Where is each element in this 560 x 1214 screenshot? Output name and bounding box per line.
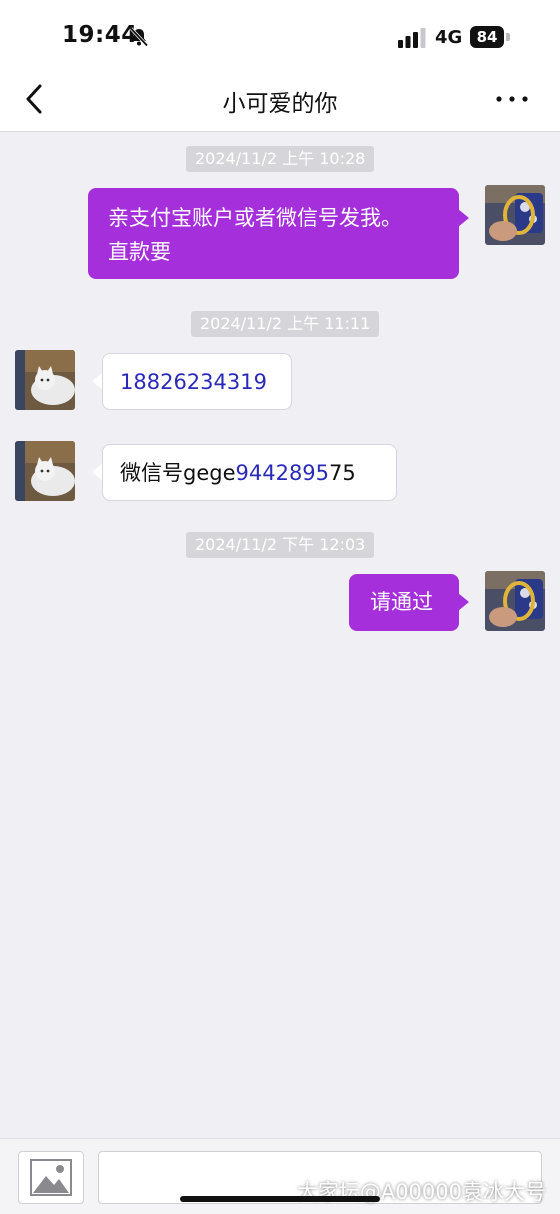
bubble-tail <box>458 593 469 611</box>
nav-bar: 小可爱的你 <box>0 66 560 132</box>
bubble-tail <box>458 209 469 227</box>
network-type: 4G <box>435 27 463 48</box>
outgoing-message-bubble[interactable]: 亲支付宝账户或者微信号发我。 直款要 <box>88 188 459 279</box>
message-text: 亲支付宝账户或者微信号发我。 <box>108 206 402 230</box>
battery-level: 84 <box>476 28 498 46</box>
my-avatar[interactable] <box>485 571 545 631</box>
status-bar: 19:44 4G 84 <box>0 0 560 66</box>
status-time: 19:44 <box>62 22 138 48</box>
message-timestamp: 2024/11/2 上午 11:11 <box>191 311 380 337</box>
outgoing-message-bubble[interactable]: 请通过 <box>349 574 459 631</box>
page-title: 小可爱的你 <box>222 91 338 117</box>
bell-off-icon <box>129 27 149 47</box>
battery-tip <box>506 33 510 41</box>
battery-icon: 84 <box>470 26 504 48</box>
incoming-message-bubble[interactable]: 18826234319 <box>102 353 292 410</box>
message-text: 75 <box>329 461 356 485</box>
message-text: 微信号gege <box>120 461 236 485</box>
signal-icon <box>398 28 426 48</box>
contact-avatar[interactable] <box>15 350 75 410</box>
message-timestamp: 2024/11/2 下午 12:03 <box>186 532 375 558</box>
phone-number-link[interactable]: 18826234319 <box>120 370 267 394</box>
image-icon <box>30 1159 72 1196</box>
my-avatar[interactable] <box>485 185 545 245</box>
message-text: 请通过 <box>370 590 433 614</box>
home-indicator <box>180 1196 380 1202</box>
contact-avatar[interactable] <box>15 441 75 501</box>
wechat-id-link[interactable]: 9442895 <box>236 461 330 485</box>
more-dots-icon[interactable] <box>492 84 532 114</box>
message-text: 直款要 <box>108 240 171 264</box>
incoming-message-bubble[interactable]: 微信号gege944289575 <box>102 444 397 501</box>
chat-area[interactable]: 2024/11/2 上午 10:28 亲支付宝账户或者微信号发我。 直款要 20… <box>0 132 560 1138</box>
message-timestamp: 2024/11/2 上午 10:28 <box>186 146 375 172</box>
image-picker-button[interactable] <box>18 1151 84 1204</box>
